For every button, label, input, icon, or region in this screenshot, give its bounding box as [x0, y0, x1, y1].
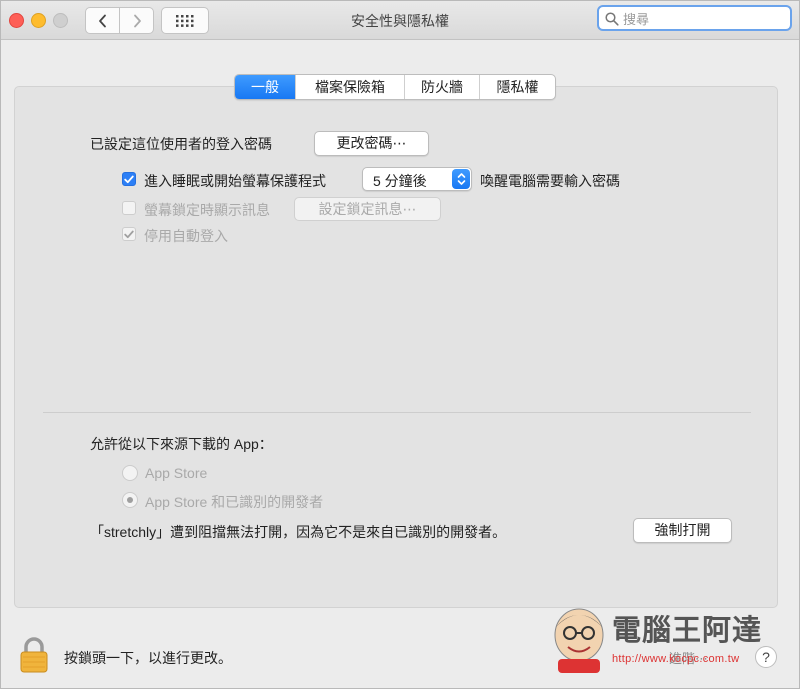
lock-hint-text: 按鎖頭一下，以進行更改。: [64, 650, 232, 666]
open-anyway-button[interactable]: 強制打開: [633, 518, 732, 543]
preferences-window: 安全性與隱私權 一般 檔案保險箱 防火牆 隱私權 已設定這位使用者的登入密碼 更…: [0, 0, 800, 689]
show-message-checkbox[interactable]: [122, 201, 136, 215]
tab-general[interactable]: 一般: [235, 75, 295, 99]
blocked-app-message: 「stretchly」遭到阻擋無法打開，因為它不是來自已識別的開發者。: [90, 524, 507, 540]
require-password-label: 進入睡眠或開始螢幕保護程式: [144, 173, 326, 189]
search-field[interactable]: [597, 5, 792, 31]
general-panel: 已設定這位使用者的登入密碼 更改密碼⋯ 進入睡眠或開始螢幕保護程式 5 分鐘後 …: [14, 86, 778, 608]
watermark: 電腦王阿達 http://www.kocpc.com.tw: [546, 601, 786, 676]
lock-icon: [20, 637, 48, 673]
radio-app-store-label: App Store: [145, 465, 208, 481]
lock-button[interactable]: [18, 636, 50, 677]
tab-firewall[interactable]: 防火牆: [404, 75, 479, 99]
watermark-url: http://www.kocpc.com.tw: [612, 653, 740, 665]
password-set-text: 已設定這位使用者的登入密碼: [90, 136, 272, 152]
tab-privacy[interactable]: 隱私權: [479, 75, 555, 99]
require-password-suffix: 喚醒電腦需要輸入密碼: [480, 173, 620, 189]
set-lock-message-button[interactable]: 設定鎖定訊息⋯: [294, 197, 441, 221]
search-icon: [605, 12, 619, 26]
tab-bar: 一般 檔案保險箱 防火牆 隱私權: [234, 74, 556, 100]
disable-auto-login-checkbox[interactable]: [122, 227, 136, 241]
change-password-button[interactable]: 更改密碼⋯: [314, 131, 429, 156]
checkmark-icon: [124, 230, 134, 238]
disable-auto-login-label: 停用自動登入: [144, 228, 228, 244]
allow-apps-title: 允許從以下來源下載的 App：: [90, 436, 273, 452]
section-divider: [43, 412, 751, 413]
password-delay-select[interactable]: 5 分鐘後: [362, 167, 472, 191]
help-button[interactable]: ?: [755, 646, 777, 668]
radio-app-store-identified[interactable]: [122, 492, 138, 508]
chevron-updown-icon: [452, 169, 470, 189]
search-input[interactable]: [621, 10, 785, 28]
tab-filevault[interactable]: 檔案保險箱: [295, 75, 404, 99]
password-delay-value: 5 分鐘後: [373, 173, 427, 189]
mascot-icon: [554, 608, 604, 673]
radio-app-store-identified-label: App Store 和已識別的開發者: [145, 494, 324, 510]
show-message-label: 螢幕鎖定時顯示訊息: [144, 202, 270, 218]
checkmark-icon: [124, 175, 134, 183]
require-password-checkbox[interactable]: [122, 172, 136, 186]
radio-selected-dot: [127, 497, 133, 503]
titlebar: 安全性與隱私權: [1, 1, 799, 40]
radio-app-store[interactable]: [122, 465, 138, 481]
watermark-title: 電腦王阿達: [612, 615, 763, 647]
